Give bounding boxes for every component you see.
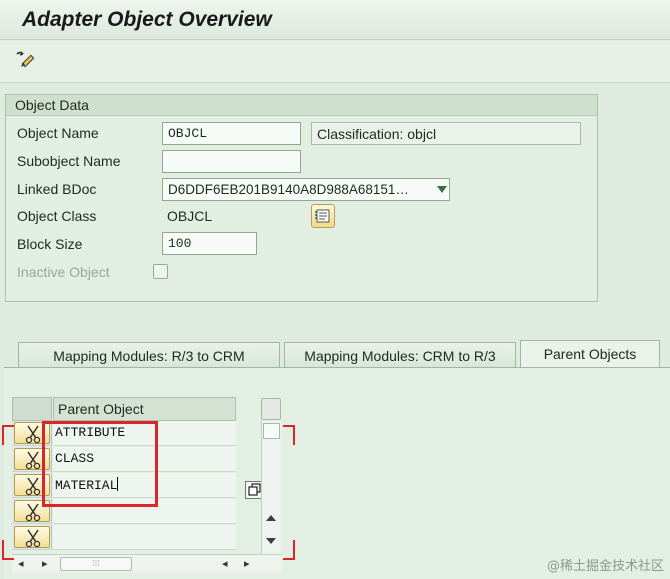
scroll-left-icon[interactable]: ◂ xyxy=(18,557,24,570)
application-toolbar xyxy=(0,41,670,83)
block-size-field[interactable]: 100 xyxy=(162,232,257,255)
inactive-object-checkbox[interactable] xyxy=(153,264,168,279)
object-class-label: Object Class xyxy=(17,208,97,224)
table-row xyxy=(12,499,250,525)
tab-parent-objects[interactable]: Parent Objects xyxy=(520,340,660,369)
scroll-right-icon[interactable]: ▸ xyxy=(42,557,48,570)
parent-object-cell[interactable]: CLASS xyxy=(53,447,236,472)
parent-object-cell[interactable]: MATERIAL xyxy=(53,473,236,498)
horizontal-scrollbar[interactable]: ◂ ▸ ⁞⁞⁞ ◂ ▸ xyxy=(12,554,282,572)
object-class-detail-button[interactable] xyxy=(311,204,335,228)
row-selector[interactable] xyxy=(12,447,52,472)
watermark: @稀土掘金技术社区 xyxy=(546,559,664,574)
linked-bdoc-label: Linked BDoc xyxy=(17,181,97,197)
scroll-down-icon[interactable] xyxy=(266,538,276,544)
tab-mapping-r3-to-crm[interactable]: Mapping Modules: R/3 to CRM xyxy=(18,342,280,368)
table-row xyxy=(12,525,250,551)
scissors-icon xyxy=(25,425,41,444)
row-selector[interactable] xyxy=(12,499,52,524)
row-selector[interactable] xyxy=(12,421,52,446)
object-class-value: OBJCL xyxy=(167,208,213,224)
scissors-icon xyxy=(25,529,41,548)
title-bar: Adapter Object Overview xyxy=(0,0,670,40)
tab-label: Parent Objects xyxy=(543,346,637,362)
table-row: CLASS xyxy=(12,447,250,473)
vertical-scrollbar[interactable] xyxy=(261,421,281,555)
object-name-label: Object Name xyxy=(17,125,99,141)
delete-row-button[interactable] xyxy=(14,474,50,496)
group-title: Object Data xyxy=(6,95,597,116)
row-selector[interactable] xyxy=(12,525,52,550)
scroll-thumb[interactable] xyxy=(263,423,280,439)
chevron-down-icon[interactable] xyxy=(437,186,447,193)
text-cursor xyxy=(117,477,119,491)
delete-row-button[interactable] xyxy=(14,526,50,548)
tab-mapping-crm-to-r3[interactable]: Mapping Modules: CRM to R/3 xyxy=(284,342,516,368)
object-name-description: Classification: objcl xyxy=(311,122,581,145)
scroll-right-icon[interactable]: ▸ xyxy=(244,557,250,570)
parent-object-cell[interactable]: ATTRIBUTE xyxy=(53,421,236,446)
document-icon xyxy=(315,209,330,223)
block-size-label: Block Size xyxy=(17,236,83,252)
page-title: Adapter Object Overview xyxy=(22,8,272,31)
parent-object-text: MATERIAL xyxy=(55,478,118,493)
scissors-icon xyxy=(25,451,41,470)
row-selector[interactable] xyxy=(12,473,52,498)
subobject-name-label: Subobject Name xyxy=(17,153,121,169)
table-row: ATTRIBUTE xyxy=(12,421,250,447)
tab-label: Mapping Modules: R/3 to CRM xyxy=(53,348,245,364)
display-change-icon[interactable] xyxy=(14,50,38,72)
column-header-parent-object[interactable]: Parent Object xyxy=(53,397,236,421)
delete-row-button[interactable] xyxy=(14,422,50,444)
scissors-icon xyxy=(25,477,41,496)
subobject-name-field[interactable] xyxy=(162,150,301,173)
tab-label: Mapping Modules: CRM to R/3 xyxy=(304,348,496,364)
linked-bdoc-value: D6DDF6EB201B9140A8D988A68151… xyxy=(168,182,409,197)
parent-object-cell[interactable] xyxy=(53,525,236,550)
table-row: MATERIAL xyxy=(12,473,250,499)
table-settings-button[interactable] xyxy=(261,398,281,420)
tabstrip: Mapping Modules: R/3 to CRM Mapping Modu… xyxy=(0,340,670,369)
scissors-icon xyxy=(25,503,41,522)
linked-bdoc-dropdown[interactable]: D6DDF6EB201B9140A8D988A68151… xyxy=(162,178,450,201)
scroll-thumb[interactable]: ⁞⁞⁞ xyxy=(60,557,132,571)
object-data-group: Object Data Object Name OBJCL Classifica… xyxy=(5,94,598,302)
scroll-up-icon[interactable] xyxy=(266,515,276,521)
scroll-left-icon[interactable]: ◂ xyxy=(222,557,228,570)
object-name-field[interactable]: OBJCL xyxy=(162,122,301,145)
parent-object-cell[interactable] xyxy=(53,499,236,524)
delete-row-button[interactable] xyxy=(14,500,50,522)
select-all-cell[interactable] xyxy=(12,397,52,421)
inactive-object-label: Inactive Object xyxy=(17,264,110,280)
delete-row-button[interactable] xyxy=(14,448,50,470)
